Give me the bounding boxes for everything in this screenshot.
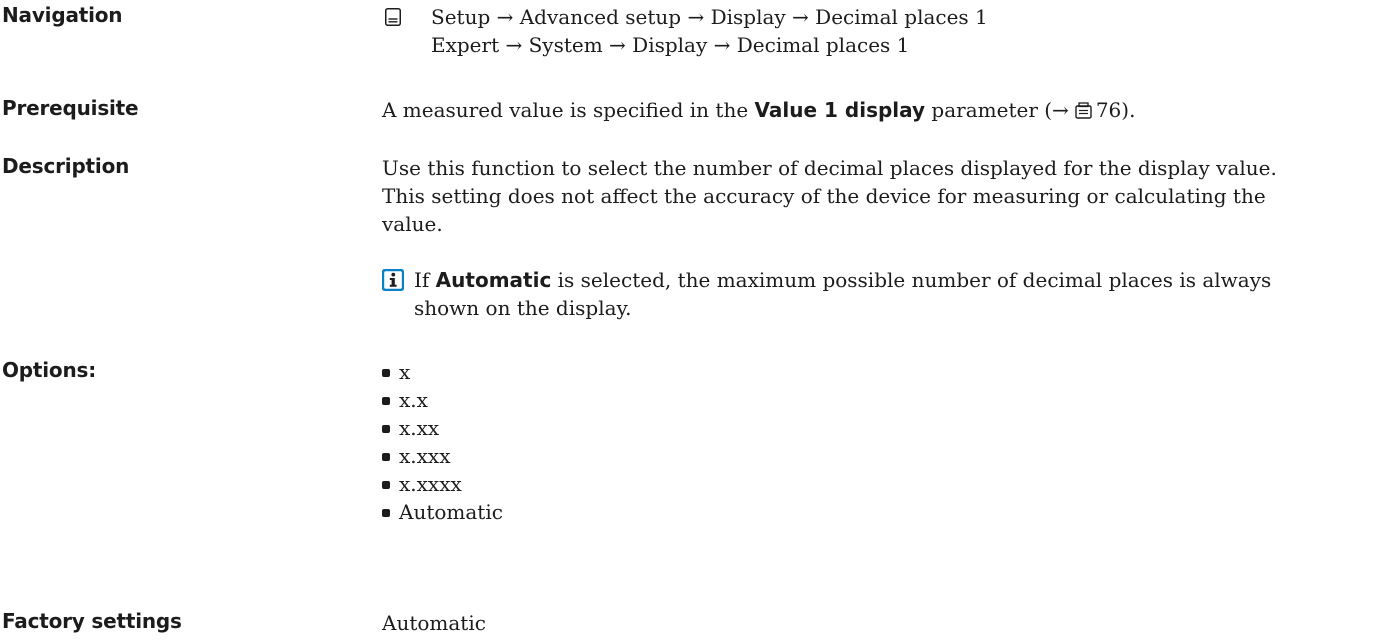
list-item: x.xxx — [382, 442, 503, 470]
prerequisite-close: ). — [1121, 98, 1136, 122]
bullet — [382, 509, 390, 517]
description-label: Description — [2, 154, 130, 178]
prerequisite-label: Prerequisite — [2, 96, 139, 120]
note-line-2: shown on the display. — [414, 296, 632, 320]
list-item: x.x — [382, 386, 503, 414]
info-icon — [382, 269, 404, 291]
navigation-label: Navigation — [2, 3, 123, 27]
parameter-description-page: Navigation Setup → Advanced setup → Disp… — [0, 0, 1374, 643]
page-reference-icon — [1075, 102, 1092, 119]
description-line-3: value. — [382, 212, 443, 236]
page-reference-number[interactable]: 76 — [1096, 98, 1121, 122]
display-menu-icon — [385, 8, 401, 26]
note-prefix: If — [414, 268, 436, 292]
navigation-path-setup: Setup → Advanced setup → Display → Decim… — [431, 5, 988, 29]
bullet — [382, 453, 390, 461]
prerequisite-text-after: parameter (→ — [925, 98, 1069, 122]
description-text: Use this function to select the number o… — [382, 154, 1277, 238]
description-line-1: Use this function to select the number o… — [382, 156, 1277, 180]
list-item: x — [382, 358, 503, 386]
factory-settings-value: Automatic — [382, 611, 486, 635]
navigation-paths: Setup → Advanced setup → Display → Decim… — [431, 3, 988, 59]
info-note: If Automatic is selected, the maximum po… — [414, 266, 1271, 322]
navigation-path-expert: Expert → System → Display → Decimal plac… — [431, 33, 910, 57]
bullet — [382, 425, 390, 433]
description-line-2: This setting does not affect the accurac… — [382, 184, 1266, 208]
options-list: x x.x x.xx x.xxx x.xxxx Automatic — [382, 358, 503, 526]
bullet — [382, 481, 390, 489]
prerequisite-text-before: A measured value is specified in the — [382, 98, 755, 122]
parameter-name: Value 1 display — [754, 98, 926, 122]
list-item: Automatic — [382, 498, 503, 526]
note-option-name: Automatic — [435, 268, 552, 292]
factory-settings-label: Factory settings — [2, 609, 182, 633]
list-item: x.xxxx — [382, 470, 503, 498]
list-item: x.xx — [382, 414, 503, 442]
bullet — [382, 397, 390, 405]
bullet — [382, 369, 390, 377]
prerequisite-text: A measured value is specified in the Val… — [382, 96, 1135, 124]
note-line-1-rest: is selected, the maximum possible number… — [551, 268, 1272, 292]
options-label: Options: — [2, 358, 97, 382]
